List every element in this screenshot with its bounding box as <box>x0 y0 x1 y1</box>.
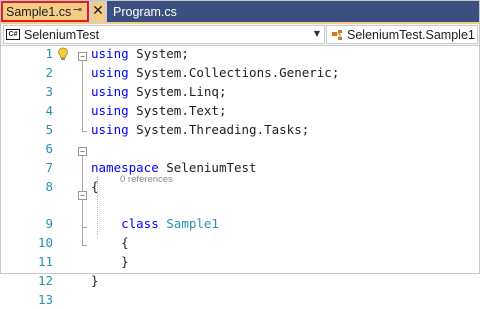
code-token: System.Threading.Tasks; <box>128 122 310 137</box>
code-token: System; <box>128 46 189 61</box>
code-text: using System; <box>91 44 189 63</box>
project-name: SeleniumTest <box>24 27 100 42</box>
keyword-token: using <box>91 84 129 99</box>
line-number: 7 <box>45 160 53 175</box>
csharp-project-icon: C# <box>6 29 20 40</box>
code-line[interactable]: 5 using System.Threading.Tasks; <box>1 120 479 139</box>
line-number: 13 <box>37 292 53 307</box>
chevron-down-icon: ▼ <box>313 29 320 38</box>
keyword-token: using <box>91 65 129 80</box>
code-text: using System.Text; <box>91 101 226 120</box>
keyword-token: using <box>91 46 129 61</box>
code-editor[interactable]: − − − 0 references 1 using System; 2 using … <box>1 44 479 307</box>
project-dropdown[interactable]: C# SeleniumTest ▼ <box>3 25 325 44</box>
code-token: System.Linq; <box>128 84 227 99</box>
line-number: 10 <box>37 235 53 250</box>
code-token: System.Collections.Generic; <box>128 65 340 80</box>
code-line[interactable]: 11 } <box>1 252 479 271</box>
line-number: 11 <box>37 254 53 269</box>
class-icon <box>332 29 342 40</box>
code-text: using System.Linq; <box>91 82 226 101</box>
navigation-bar: C# SeleniumTest ▼ SeleniumTest.Sample1 <box>1 24 479 46</box>
code-line[interactable]: 13 <box>1 290 479 309</box>
code-token: { <box>91 235 129 250</box>
keyword-token: class <box>121 216 159 231</box>
code-line[interactable]: 1 using System; <box>1 44 479 63</box>
code-line[interactable]: 4 using System.Text; <box>1 101 479 120</box>
code-text: { <box>91 177 99 196</box>
line-number: 2 <box>45 65 53 80</box>
close-tab-icon[interactable]: ✕ <box>91 2 105 21</box>
line-number: 5 <box>45 122 53 137</box>
pin-icon[interactable]: ⊸ <box>73 3 82 16</box>
code-token: } <box>91 273 99 288</box>
line-number: 3 <box>45 84 53 99</box>
tab-program-cs[interactable]: Program.cs <box>107 1 479 22</box>
document-tab-strip: Sample1.cs ⊸ ✕ Program.cs <box>1 1 479 22</box>
code-token: System.Text; <box>128 103 227 118</box>
code-line[interactable]: 8{ <box>1 177 479 196</box>
code-text: using System.Collections.Generic; <box>91 63 339 82</box>
code-line[interactable]: 3 using System.Linq; <box>1 82 479 101</box>
member-dropdown[interactable]: SeleniumTest.Sample1 <box>326 25 478 44</box>
keyword-token: using <box>91 122 129 137</box>
code-line[interactable]: 10 { <box>1 233 479 252</box>
code-text: class Sample1 <box>91 214 219 233</box>
line-number: 8 <box>45 179 53 194</box>
tab-label: Program.cs <box>113 4 177 19</box>
code-line[interactable]: 6 <box>1 139 479 158</box>
line-number: 4 <box>45 103 53 118</box>
line-number: 6 <box>45 141 53 156</box>
code-token: { <box>91 179 99 194</box>
editor-window: Sample1.cs ⊸ ✕ Program.cs C# SeleniumTes… <box>0 0 480 307</box>
code-token: SeleniumTest <box>158 160 257 175</box>
line-number: 1 <box>45 46 53 61</box>
keyword-token: namespace <box>91 160 159 175</box>
code-token: } <box>91 254 129 269</box>
code-text: namespace SeleniumTest <box>91 158 257 177</box>
code-line[interactable]: 9 class Sample1 <box>1 214 479 233</box>
code-line[interactable]: 7 namespace SeleniumTest <box>1 158 479 177</box>
code-text: using System.Threading.Tasks; <box>91 120 309 139</box>
keyword-token: using <box>91 103 129 118</box>
line-number: 9 <box>45 216 53 231</box>
type-token: Sample1 <box>166 216 219 231</box>
code-text: { <box>91 233 129 252</box>
tab-label: Sample1.cs <box>6 4 72 19</box>
code-line[interactable]: 2 using System.Collections.Generic; <box>1 63 479 82</box>
code-text: } <box>91 252 129 271</box>
member-name: SeleniumTest.Sample1 <box>347 27 475 42</box>
